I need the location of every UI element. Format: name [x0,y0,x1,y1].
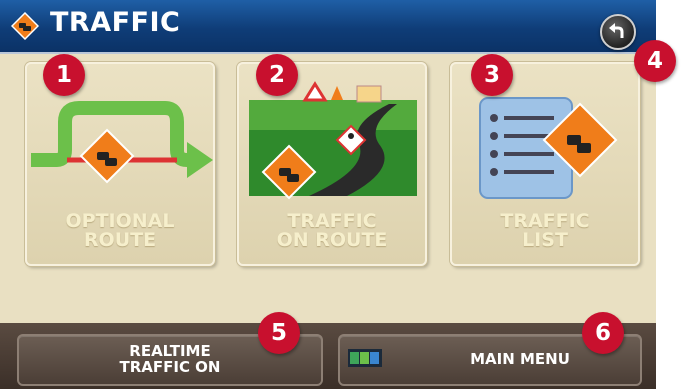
callout-badge: 6 [582,312,624,354]
traffic-list-icon [479,97,618,199]
callout-badge: 1 [43,54,85,96]
tile-label: TRAFFIC ON ROUTE [276,210,388,251]
callout-badge: 3 [471,54,513,96]
traffic-list-button[interactable]: TRAFFIC LIST [450,62,640,266]
back-button[interactable] [600,14,636,50]
traffic-sign-icon [11,12,39,40]
main-menu-icon [348,349,382,367]
page-title: TRAFFIC [50,7,181,38]
callout-badge: 2 [256,54,298,96]
title-bar: TRAFFIC [0,0,656,54]
main-menu-label: MAIN MENU [470,350,570,368]
tile-label: OPTIONAL ROUTE [65,210,175,251]
tile-label: TRAFFIC LIST [500,210,590,251]
traffic-screen: TRAFFIC OPTIONAL ROUTE TRAFFIC ON ROUTE … [0,0,656,389]
callout-badge: 5 [258,312,300,354]
back-arrow-icon [609,23,624,38]
callout-badge: 4 [634,40,676,82]
